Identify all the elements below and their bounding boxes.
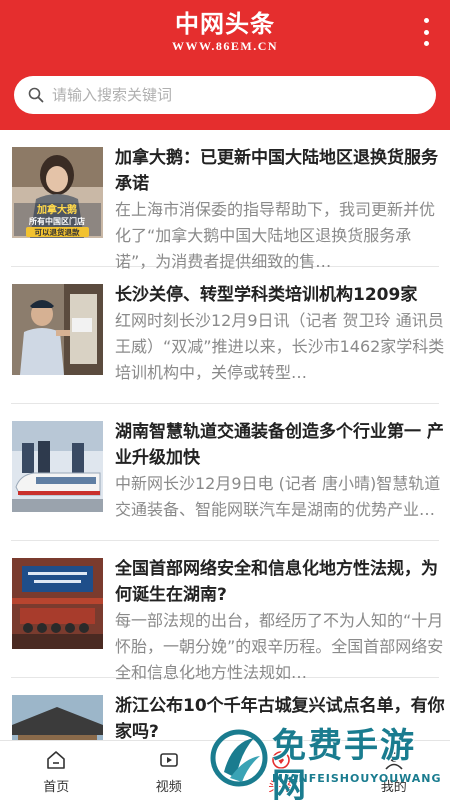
tab-label: 视频 [155, 780, 182, 795]
news-item[interactable]: 浙江公布10个千年古城复兴试点名单，有你家吗? [11, 678, 445, 740]
news-summary: 红网时刻长沙12月9日讯（记者 贺卫玲 通讯员 王威）“双减”推进以来，长沙市1… [115, 311, 445, 382]
news-item[interactable]: 长沙关停、转型学科类培训机构1209家 红网时刻长沙12月9日讯（记者 贺卫玲 … [11, 267, 444, 404]
home-icon [45, 747, 67, 773]
news-thumbnail: 加拿大鹅 所有中国区门店 可以退货退款 [12, 147, 103, 238]
tab-headline[interactable]: 头条 [225, 741, 338, 800]
tab-label: 我的 [380, 780, 407, 795]
news-title[interactable]: 长沙关停、转型学科类培训机构1209家 [115, 282, 445, 308]
news-thumbnail [12, 421, 103, 512]
news-title[interactable]: 加拿大鹅：已更新中国大陆地区退换货服务承诺 [115, 145, 445, 197]
more-dot-icon [423, 41, 429, 46]
news-item[interactable]: 全国首部网络安全和信息化地方性法规，为何诞生在湖南? 每一部法规的出台，都经历了… [11, 541, 443, 682]
thumb-caption: 所有中国区门店 [28, 216, 85, 226]
tab-profile[interactable]: 我的 [338, 741, 450, 800]
app-header: 中网头条 WWW.86EM.CN [0, 0, 450, 130]
headline-icon [270, 747, 292, 773]
bottom-tab-bar: 首页 视频 头条 我的 [0, 740, 450, 800]
news-title[interactable]: 全国首部网络安全和信息化地方性法规，为何诞生在湖南? [115, 556, 445, 608]
search-icon [28, 87, 44, 103]
more-menu-button[interactable] [420, 18, 432, 46]
search-bar[interactable] [14, 76, 436, 114]
news-item[interactable]: 湖南智慧轨道交通装备创造多个行业第一 产业升级加快 中新网长沙12月9日电 (记… [11, 404, 444, 541]
tab-home[interactable]: 首页 [0, 741, 113, 800]
more-dot-icon [423, 18, 429, 23]
brand-url: WWW.86EM.CN [171, 39, 279, 53]
brand-logo: 中网头条 WWW.86EM.CN [0, 9, 450, 54]
news-thumbnail [12, 695, 103, 740]
thumb-caption: 加拿大鹅 [36, 203, 77, 216]
news-summary: 中新网长沙12月9日电 (记者 唐小晴)智慧轨道交通装备、智能网联汽车是湖南的优… [115, 474, 441, 519]
news-title[interactable]: 湖南智慧轨道交通装备创造多个行业第一 产业升级加快 [115, 419, 445, 471]
thumb-caption: 可以退货退款 [35, 227, 80, 237]
news-thumbnail [12, 558, 103, 649]
news-thumbnail [12, 284, 103, 375]
more-dot-icon [423, 29, 429, 35]
tab-video[interactable]: 视频 [113, 741, 226, 800]
brand-title: 中网头条 [175, 9, 275, 38]
tab-label: 头条 [268, 780, 295, 795]
news-list: 加拿大鹅 所有中国区门店 可以退货退款 加拿大鹅：已更新中国大陆地区退换货服务承… [0, 130, 450, 740]
news-title[interactable]: 浙江公布10个千年古城复兴试点名单，有你家吗? [115, 693, 445, 740]
profile-icon [383, 747, 405, 773]
news-summary: 在上海市消保委的指导帮助下，我司更新并优化了“加拿大鹅中国大陆地区退换货服务承诺… [115, 200, 436, 271]
tab-label: 首页 [43, 780, 70, 795]
video-icon [158, 747, 180, 773]
news-item[interactable]: 加拿大鹅 所有中国区门店 可以退货退款 加拿大鹅：已更新中国大陆地区退换货服务承… [11, 130, 439, 271]
news-summary: 每一部法规的出台，都经历了不为人知的“十月怀胎，一朝分娩”的艰辛历程。全国首部网… [115, 611, 444, 682]
search-input[interactable] [52, 86, 392, 104]
